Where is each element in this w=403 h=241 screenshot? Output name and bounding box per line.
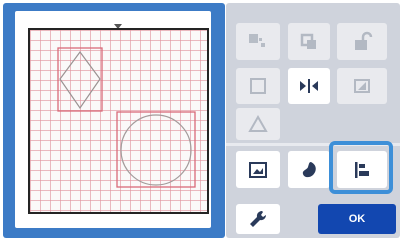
unlock-icon — [355, 31, 373, 50]
selection-highlight — [329, 141, 393, 194]
duplicate-icon — [300, 33, 316, 49]
triangle-icon — [248, 115, 268, 132]
cutting-mat-grid[interactable] — [28, 28, 209, 214]
image-button[interactable] — [236, 151, 280, 188]
unlock-button[interactable] — [337, 23, 387, 60]
square-icon — [250, 78, 266, 94]
wrench-icon — [250, 210, 267, 227]
flip-vertical-icon — [354, 79, 370, 93]
flip-horizontal-icon — [300, 79, 318, 93]
shape-icon — [302, 161, 316, 177]
settings-button[interactable] — [236, 204, 280, 234]
image-icon — [249, 161, 267, 178]
shape-button[interactable] — [288, 151, 330, 188]
flip-horizontal-button[interactable] — [288, 68, 330, 104]
ok-button-label: OK — [348, 213, 366, 225]
align-icon — [249, 33, 265, 47]
flip-vertical-button[interactable] — [337, 68, 387, 104]
square-button[interactable] — [236, 68, 280, 104]
align-button[interactable] — [236, 23, 280, 60]
ok-button[interactable]: OK — [318, 204, 396, 234]
triangle-button[interactable] — [236, 108, 280, 140]
duplicate-button[interactable] — [288, 23, 330, 60]
